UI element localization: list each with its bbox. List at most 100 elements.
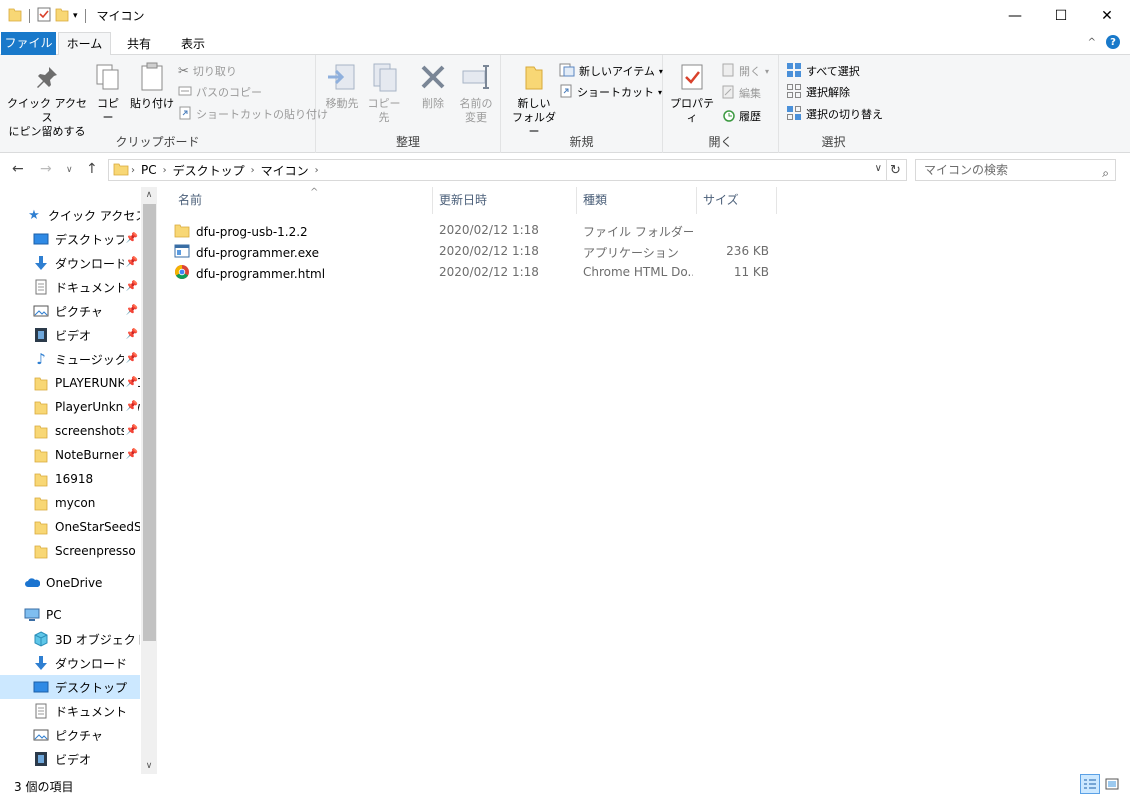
desktop-icon — [33, 231, 49, 247]
breadcrumb-chevron-icon[interactable]: › — [251, 165, 255, 176]
customize-dropdown-icon[interactable]: ▾ — [73, 11, 78, 21]
invert-selection-button[interactable]: 選択の切り替え — [786, 104, 883, 124]
scroll-down-arrow-icon[interactable]: ∨ — [141, 758, 157, 774]
breadcrumb-chevron-icon[interactable]: › — [163, 165, 167, 176]
copy-path-icon — [178, 85, 192, 100]
pin-icon[interactable]: 📌 — [123, 281, 138, 292]
table-row[interactable]: dfu-prog-usb-1.2.2 2020/02/12 1:18 ファイル … — [174, 219, 774, 240]
invert-selection-label: 選択の切り替え — [806, 108, 883, 121]
search-input[interactable]: マイコンの検索 ⌕ — [915, 159, 1116, 181]
nav-item-folder[interactable]: NoteBurner S 📌 — [0, 443, 140, 467]
pin-icon[interactable]: 📌 — [123, 353, 138, 364]
nav-item-folder[interactable]: screenshots 📌 — [0, 419, 140, 443]
pictures-icon — [33, 727, 49, 743]
breadcrumb-desktop[interactable]: デスクトップ — [173, 162, 245, 179]
select-all-button[interactable]: すべて選択 — [786, 61, 860, 81]
recent-locations-dropdown-icon[interactable]: ∨ — [66, 165, 73, 175]
details-view-button[interactable] — [1080, 774, 1100, 794]
history-button[interactable]: 履歴 — [721, 106, 761, 126]
select-none-button[interactable]: 選択解除 — [786, 82, 850, 102]
properties-check-icon[interactable] — [37, 6, 51, 25]
nav-item-desktop[interactable]: デスクトップ 📌 — [0, 227, 140, 251]
nav-pc-downloads[interactable]: ダウンロード — [0, 651, 140, 675]
pin-icon[interactable]: 📌 — [123, 257, 138, 268]
nav-item-documents[interactable]: ドキュメント 📌 — [0, 275, 140, 299]
copy-to-button[interactable]: コピー先 — [364, 61, 404, 125]
nav-item-folder[interactable]: PLAYERUNKNOWN 📌 — [0, 371, 140, 395]
nav-pc-documents[interactable]: ドキュメント — [0, 699, 140, 723]
paste-shortcut-button[interactable]: ショートカットの貼り付け — [178, 104, 328, 124]
table-row[interactable]: dfu-programmer.html 2020/02/12 1:18 Chro… — [174, 261, 774, 282]
pin-quick-access-button[interactable]: クイック アクセス にピン留めする — [6, 61, 88, 139]
open-button[interactable]: 開く ▾ — [721, 61, 769, 81]
breadcrumb-current[interactable]: マイコン — [261, 162, 309, 179]
nav-item-folder[interactable]: Screenpresso — [0, 539, 140, 563]
nav-item-downloads[interactable]: ダウンロード 📌 — [0, 251, 140, 275]
maximize-button[interactable]: ☐ — [1038, 0, 1084, 31]
refresh-button[interactable]: ↻ — [885, 159, 907, 181]
move-to-button[interactable]: 移動先 — [322, 61, 362, 111]
nav-scrollbar[interactable]: ∧ ∨ — [141, 187, 157, 774]
copy-path-button[interactable]: パスのコピー — [178, 82, 262, 102]
tab-share[interactable]: 共有 — [113, 33, 165, 55]
new-item-button[interactable]: 新しいアイテム ▾ — [559, 61, 663, 81]
nav-item-folder[interactable]: 16918 — [0, 467, 140, 491]
nav-pc-videos[interactable]: ビデオ — [0, 747, 140, 771]
properties-button[interactable]: プロパティ — [667, 61, 717, 125]
minimize-button[interactable]: — — [992, 0, 1038, 31]
column-header-name[interactable]: 名前 ^ — [172, 187, 433, 214]
nav-pc-pictures[interactable]: ピクチャ — [0, 723, 140, 747]
pin-icon[interactable]: 📌 — [123, 377, 138, 388]
edit-button[interactable]: 編集 — [721, 83, 761, 103]
nav-item-folder[interactable]: PlayerUnknown 📌 — [0, 395, 140, 419]
column-header-size[interactable]: サイズ — [697, 187, 777, 214]
nav-pc-desktop[interactable]: デスクトップ — [0, 675, 140, 699]
scroll-up-arrow-icon[interactable]: ∧ — [141, 187, 157, 203]
cut-button[interactable]: ✂ 切り取り — [178, 61, 237, 81]
nav-item-pictures[interactable]: ピクチャ 📌 — [0, 299, 140, 323]
up-arrow-icon[interactable]: ↑ — [86, 161, 98, 177]
breadcrumb-pc[interactable]: PC — [141, 163, 157, 177]
address-dropdown-icon[interactable]: ∨ — [875, 163, 882, 174]
pin-icon[interactable]: 📌 — [123, 449, 138, 460]
nav-quick-access[interactable]: ★ クイック アクセス — [0, 203, 140, 227]
nav-item-videos[interactable]: ビデオ 📌 — [0, 323, 140, 347]
pin-icon[interactable]: 📌 — [123, 305, 138, 316]
nav-pc[interactable]: PC — [0, 603, 140, 627]
paste-button[interactable]: 貼り付け — [130, 61, 174, 111]
nav-item-folder[interactable]: mycon — [0, 491, 140, 515]
select-group: すべて選択 選択解除 選択の切り替え 選択 — [779, 55, 888, 153]
table-row[interactable]: dfu-programmer.exe 2020/02/12 1:18 アプリケー… — [174, 240, 774, 261]
paste-label: 貼り付け — [130, 97, 174, 110]
pin-icon[interactable]: 📌 — [123, 425, 138, 436]
nav-onedrive[interactable]: OneDrive — [0, 571, 140, 595]
pin-icon[interactable]: 📌 — [123, 329, 138, 340]
nav-label: ドキュメント — [55, 280, 128, 295]
tab-view[interactable]: 表示 — [168, 33, 218, 55]
address-bar[interactable]: › PC › デスクトップ › マイコン › ∨ — [108, 159, 887, 181]
back-arrow-icon[interactable]: ← — [12, 161, 24, 177]
close-button[interactable]: ✕ — [1084, 0, 1130, 31]
column-header-date[interactable]: 更新日時 — [433, 187, 577, 214]
pin-icon[interactable]: 📌 — [123, 233, 138, 244]
pin-icon[interactable]: 📌 — [123, 401, 138, 412]
scrollbar-thumb[interactable] — [143, 204, 156, 641]
nav-item-folder[interactable]: OneStarSeedSea — [0, 515, 140, 539]
easy-access-button[interactable]: ショートカット ▾ — [559, 82, 662, 102]
help-icon[interactable]: ? — [1106, 35, 1120, 49]
large-icons-view-button[interactable] — [1102, 774, 1122, 794]
new-folder-button[interactable]: 新しい フォルダー — [509, 61, 559, 139]
breadcrumb-chevron-icon[interactable]: › — [131, 165, 135, 176]
tab-file[interactable]: ファイル — [1, 32, 56, 55]
nav-pc-3d-objects[interactable]: 3D オブジェクト — [0, 627, 140, 651]
nav-item-music[interactable]: ♪ ミュージック 📌 — [0, 347, 140, 371]
copy-button[interactable]: コピー — [92, 61, 124, 125]
breadcrumb-chevron-icon[interactable]: › — [315, 165, 319, 176]
column-header-type[interactable]: 種類 — [577, 187, 697, 214]
new-folder-icon[interactable] — [55, 6, 69, 25]
delete-button[interactable]: 削除 — [416, 61, 450, 111]
tab-home[interactable]: ホーム — [58, 32, 111, 56]
ribbon-collapse-icon[interactable]: ^ — [1088, 37, 1096, 48]
rename-button[interactable]: 名前の 変更 — [456, 61, 496, 125]
forward-arrow-icon[interactable]: → — [40, 161, 52, 177]
